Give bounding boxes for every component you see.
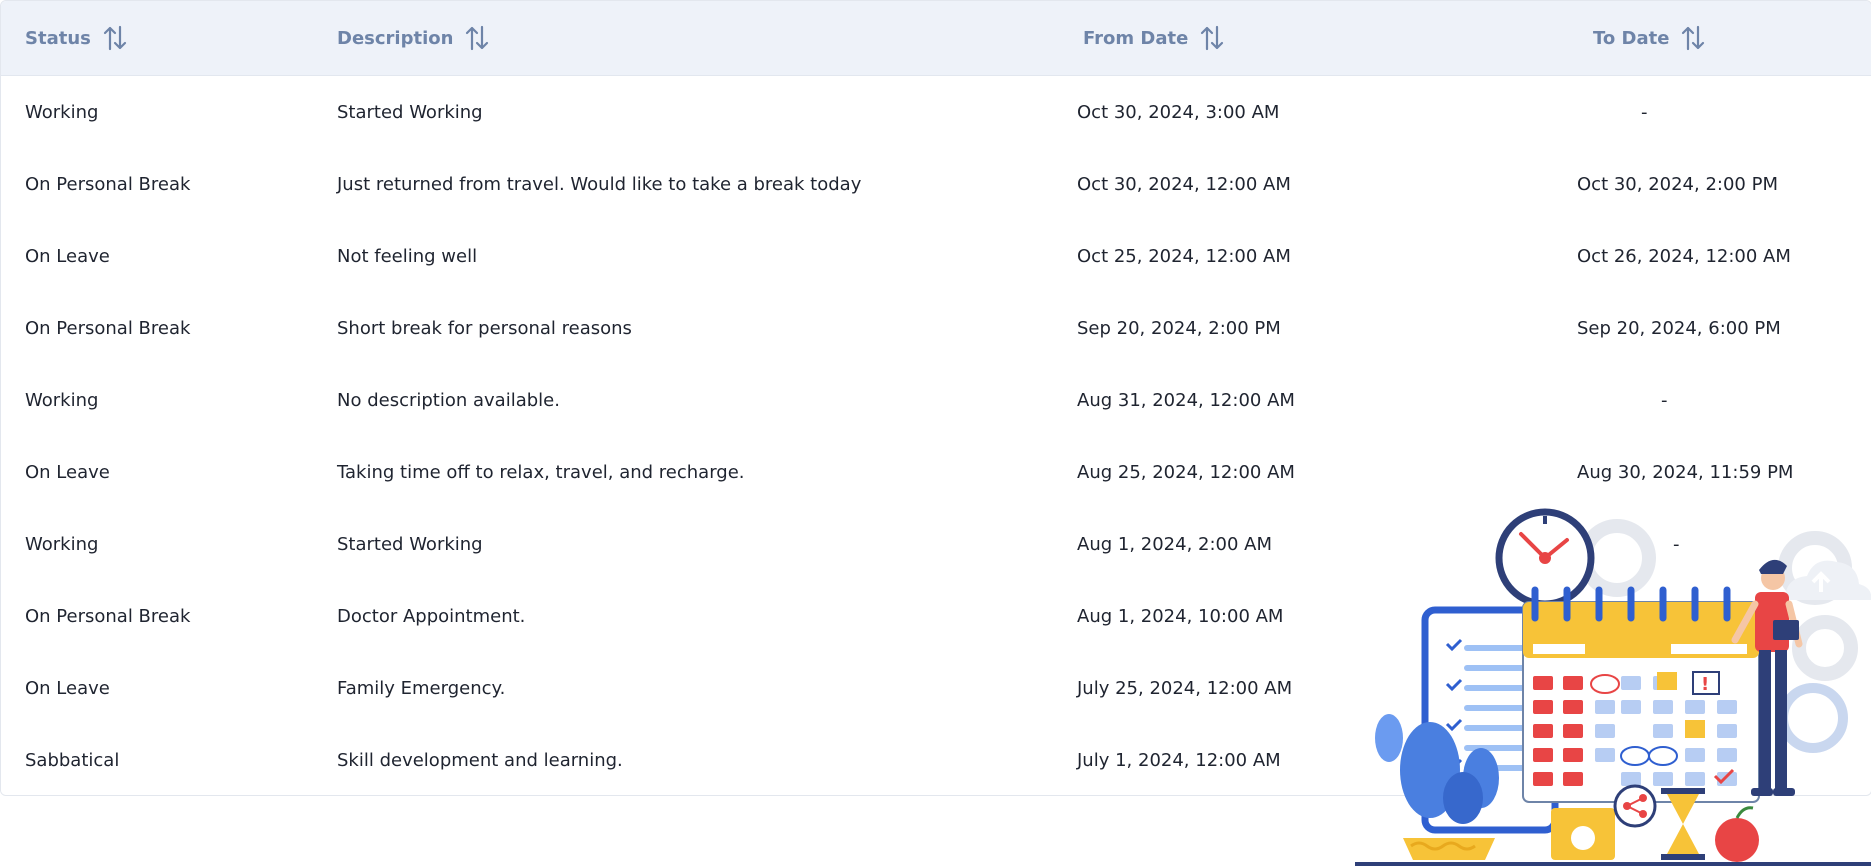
from-date-cell: Oct 30, 2024, 3:00 AM: [1077, 101, 1280, 123]
status-cell: Working: [25, 389, 99, 411]
status-cell: On Leave: [25, 461, 110, 483]
table-row[interactable]: On Leave Not feeling well Oct 25, 2024, …: [1, 220, 1871, 293]
svg-text:!: !: [1701, 674, 1709, 695]
status-cell: Working: [25, 101, 99, 123]
sort-arrows-icon[interactable]: [1681, 25, 1705, 51]
apple-icon: [1715, 818, 1759, 862]
sort-arrows-icon[interactable]: [1200, 25, 1224, 51]
column-header-description[interactable]: Description: [337, 1, 489, 75]
from-date-cell: Aug 25, 2024, 12:00 AM: [1077, 461, 1295, 483]
from-date-cell: Aug 31, 2024, 12:00 AM: [1077, 389, 1295, 411]
sort-arrows-icon[interactable]: [103, 25, 127, 51]
to-date-cell: -: [1661, 389, 1668, 411]
table-row[interactable]: On Personal Break Just returned from tra…: [1, 148, 1871, 221]
status-cell: Sabbatical: [25, 749, 120, 771]
share-icon: [1613, 784, 1657, 828]
status-cell: On Personal Break: [25, 173, 191, 195]
to-date-cell: Aug 30, 2024, 11:59 PM: [1577, 461, 1794, 483]
status-cell: Working: [25, 533, 99, 555]
description-cell: No description available.: [337, 389, 560, 411]
status-cell: On Leave: [25, 677, 110, 699]
from-date-cell: July 1, 2024, 12:00 AM: [1077, 749, 1281, 771]
gear-icon: [1778, 683, 1848, 753]
from-date-cell: Aug 1, 2024, 2:00 AM: [1077, 533, 1273, 555]
to-date-cell: Oct 30, 2024, 2:00 PM: [1577, 173, 1778, 195]
from-date-cell: Aug 1, 2024, 10:00 AM: [1077, 605, 1284, 627]
from-date-cell: Oct 30, 2024, 12:00 AM: [1077, 173, 1291, 195]
column-header-status[interactable]: Status: [25, 1, 127, 75]
calendar-icon: !: [1522, 586, 1760, 803]
description-cell: Doctor Appointment.: [337, 605, 526, 627]
description-cell: Taking time off to relax, travel, and re…: [337, 461, 745, 483]
column-header-to-date[interactable]: To Date: [1593, 1, 1705, 75]
table-row[interactable]: On Personal Break Short break for person…: [1, 292, 1871, 365]
to-date-cell: Sep 20, 2024, 6:00 PM: [1577, 317, 1781, 339]
description-cell: Not feeling well: [337, 245, 478, 267]
description-cell: Just returned from travel. Would like to…: [337, 173, 862, 195]
status-cell: On Personal Break: [25, 605, 191, 627]
column-header-from-date[interactable]: From Date: [1083, 1, 1224, 75]
description-cell: Started Working: [337, 533, 483, 555]
table-row[interactable]: On Leave Taking time off to relax, trave…: [1, 436, 1871, 509]
from-date-cell: Sep 20, 2024, 2:00 PM: [1077, 317, 1281, 339]
to-date-cell: Oct 26, 2024, 12:00 AM: [1577, 245, 1791, 267]
from-date-cell: Oct 25, 2024, 12:00 AM: [1077, 245, 1291, 267]
table-row[interactable]: Working Started Working Oct 30, 2024, 3:…: [1, 76, 1871, 149]
from-date-cell: July 25, 2024, 12:00 AM: [1077, 677, 1293, 699]
sort-arrows-icon[interactable]: [465, 25, 489, 51]
description-cell: Started Working: [337, 101, 483, 123]
description-cell: Short break for personal reasons: [337, 317, 632, 339]
clock-icon: [1495, 508, 1595, 608]
status-cell: On Personal Break: [25, 317, 191, 339]
description-cell: Family Emergency.: [337, 677, 506, 699]
to-date-cell: -: [1641, 101, 1648, 123]
table-header: Status Description From Date To Date: [1, 1, 1871, 76]
calendar-schedule-illustration: !: [1355, 508, 1871, 866]
table-row[interactable]: Working No description available. Aug 31…: [1, 364, 1871, 437]
description-cell: Skill development and learning.: [337, 749, 623, 771]
status-cell: On Leave: [25, 245, 110, 267]
